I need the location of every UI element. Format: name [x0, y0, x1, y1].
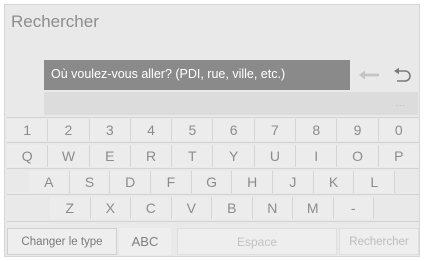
undo-button[interactable]	[386, 60, 418, 90]
keyboard-row-bottom: Z X C V B N M -	[50, 197, 374, 219]
key-9[interactable]: 9	[337, 119, 379, 141]
keyboard-action-bar: Changer le type ABC Espace Rechercher	[7, 228, 419, 255]
change-type-button[interactable]: Changer le type	[7, 228, 117, 255]
keyboard-row-numbers: 1 2 3 4 5 6 7 8 9 0	[7, 119, 419, 141]
divider	[7, 168, 419, 169]
left-arrow-icon	[358, 70, 379, 80]
key-m[interactable]: M	[293, 197, 334, 219]
key-0[interactable]: 0	[378, 119, 419, 141]
keyboard-row-middle: A S D F G H J K L	[29, 171, 396, 193]
key-2[interactable]: 2	[48, 119, 90, 141]
undo-arrow-icon	[394, 67, 411, 82]
key-j[interactable]: J	[273, 171, 314, 193]
key-e[interactable]: E	[89, 145, 131, 167]
key-f[interactable]: F	[151, 171, 192, 193]
key-w[interactable]: W	[48, 145, 90, 167]
divider	[7, 117, 419, 118]
key-s[interactable]: S	[69, 171, 111, 193]
key-o[interactable]: O	[337, 145, 379, 167]
divider	[7, 194, 419, 195]
key-hyphen[interactable]: -	[333, 197, 374, 219]
key-u[interactable]: U	[254, 145, 297, 167]
key-b[interactable]: B	[212, 197, 253, 219]
key-n[interactable]: N	[252, 197, 293, 219]
key-r[interactable]: R	[130, 145, 173, 167]
keyboard-row-top: Q W E R T Y U I O P	[7, 145, 419, 167]
key-3[interactable]: 3	[89, 119, 131, 141]
key-a[interactable]: A	[29, 171, 70, 193]
key-h[interactable]: H	[232, 171, 274, 193]
page-title: Rechercher	[11, 12, 99, 31]
backspace-button[interactable]	[353, 60, 384, 90]
search-input[interactable]: Où voulez-vous aller? (PDI, rue, ville, …	[44, 60, 350, 90]
key-7[interactable]: 7	[254, 119, 297, 141]
key-l[interactable]: L	[354, 171, 396, 193]
key-x[interactable]: X	[90, 197, 131, 219]
key-d[interactable]: D	[110, 171, 152, 193]
divider	[7, 221, 419, 222]
key-z[interactable]: Z	[50, 197, 91, 219]
key-8[interactable]: 8	[296, 119, 338, 141]
search-screen: Rechercher Où voulez-vous aller? (PDI, r…	[4, 4, 420, 257]
key-i[interactable]: I	[296, 145, 338, 167]
key-g[interactable]: G	[191, 171, 233, 193]
more-dots: ...	[395, 98, 406, 108]
key-4[interactable]: 4	[130, 119, 173, 141]
key-k[interactable]: K	[313, 171, 355, 193]
search-button[interactable]: Rechercher	[339, 228, 419, 255]
key-v[interactable]: V	[171, 197, 212, 219]
key-6[interactable]: 6	[213, 119, 255, 141]
key-p[interactable]: P	[378, 145, 419, 167]
key-c[interactable]: C	[131, 197, 172, 219]
search-input-row: Où voulez-vous aller? (PDI, rue, ville, …	[44, 60, 418, 90]
key-q[interactable]: Q	[7, 145, 49, 167]
suggestion-strip: ...	[44, 92, 418, 115]
abc-mode-button[interactable]: ABC	[119, 228, 171, 255]
divider	[7, 142, 419, 143]
key-y[interactable]: Y	[213, 145, 255, 167]
key-1[interactable]: 1	[7, 119, 49, 141]
key-5[interactable]: 5	[172, 119, 214, 141]
space-button[interactable]: Espace	[177, 228, 337, 255]
key-t[interactable]: T	[172, 145, 214, 167]
